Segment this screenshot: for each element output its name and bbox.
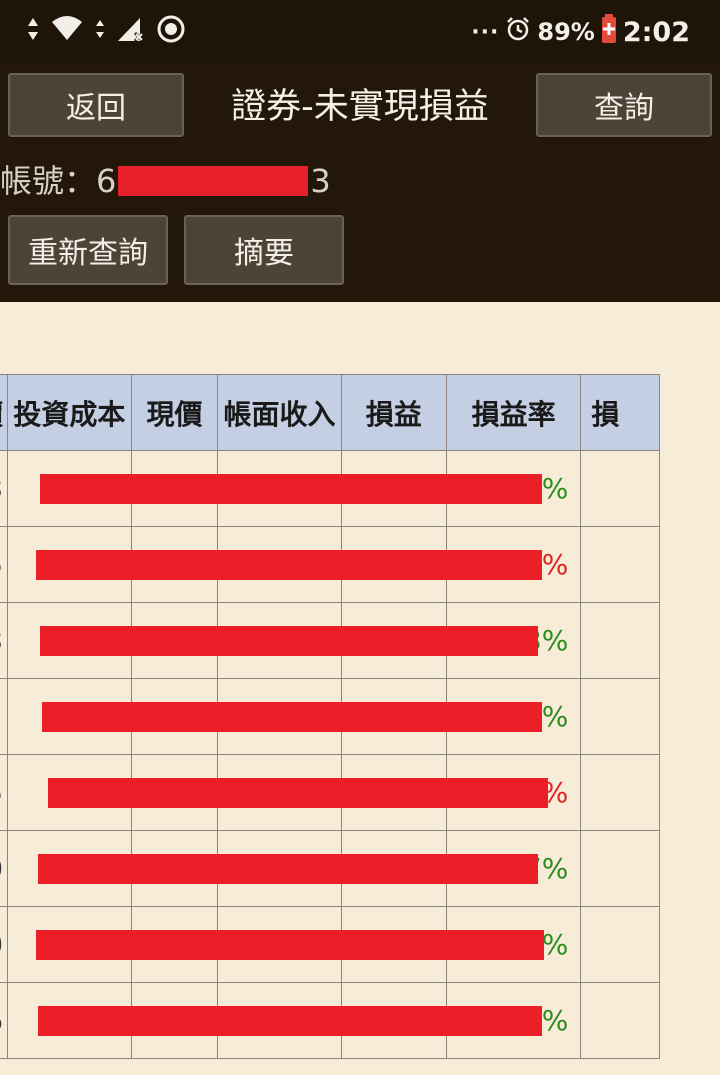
sync-icon (156, 14, 186, 48)
cell-price: 3 (0, 602, 9, 679)
cell-price: 3 (0, 450, 9, 527)
cell-loss (580, 906, 660, 983)
col-header-cost: 投資成本 (7, 374, 132, 451)
page-title: 證券-未實現損益 (231, 87, 489, 127)
signal-icon (116, 14, 146, 48)
account-redaction (118, 166, 309, 196)
status-bar: ··· 89% 2:02 (0, 0, 720, 64)
col-header-book-income: 帳面收入 (217, 374, 342, 451)
cell-loss (580, 526, 660, 603)
redaction-bar (48, 778, 548, 808)
col-header-profit-loss: 損益 (340, 374, 447, 451)
cell-price (0, 678, 9, 755)
back-button[interactable]: 返回 (8, 73, 184, 137)
cell-loss (580, 830, 660, 907)
redaction-bar (36, 550, 542, 580)
clock: 2:02 (622, 16, 690, 48)
cell-loss (580, 602, 660, 679)
col-header-current-price: 現價 (130, 374, 219, 451)
table-header-row: 價 投資成本 現價 帳面收入 損益 損益率 損 (0, 374, 660, 451)
requery-button[interactable]: 重新查詢 (8, 215, 168, 285)
account-label: 帳號： (0, 162, 97, 200)
wifi-icon (50, 14, 84, 48)
redaction-bar (40, 626, 538, 656)
more-icon: ··· (471, 19, 500, 45)
redaction-bar (38, 854, 538, 884)
cell-price: 5 (0, 754, 9, 831)
data-arrows-icon (26, 14, 40, 48)
cell-loss (580, 982, 660, 1059)
cell-price: 0 (0, 906, 9, 983)
redaction-bar (42, 702, 542, 732)
cell-price: 0 (0, 830, 9, 907)
summary-button[interactable]: 摘要 (184, 215, 344, 285)
col-header-price: 價 (0, 374, 9, 451)
col-header-loss: 損 (580, 374, 660, 451)
cell-price: 6 (0, 982, 9, 1059)
app-header: 返回 證券-未實現損益 查詢 帳號： 6 3 重新查詢 摘要 (0, 64, 720, 302)
cell-loss (580, 450, 660, 527)
redaction-bar (40, 474, 542, 504)
account-suffix: 3 (310, 162, 331, 200)
cell-price: 5 (0, 526, 9, 603)
redaction-bar (38, 1006, 542, 1036)
battery-icon (601, 14, 617, 50)
data-arrows-icon (94, 14, 106, 48)
cell-loss (580, 754, 660, 831)
battery-percent: 89% (537, 18, 595, 46)
content-area: 價 投資成本 現價 帳面收入 損益 損益率 損 3-4.38%54.22%3-7… (0, 302, 720, 1075)
redaction-bar (36, 930, 544, 960)
alarm-icon (505, 16, 531, 48)
account-row: 帳號： 6 3 (0, 156, 331, 206)
col-header-pl-rate: 損益率 (445, 374, 582, 451)
account-prefix: 6 (96, 162, 117, 200)
cell-loss (580, 678, 660, 755)
query-button[interactable]: 查詢 (536, 73, 712, 137)
